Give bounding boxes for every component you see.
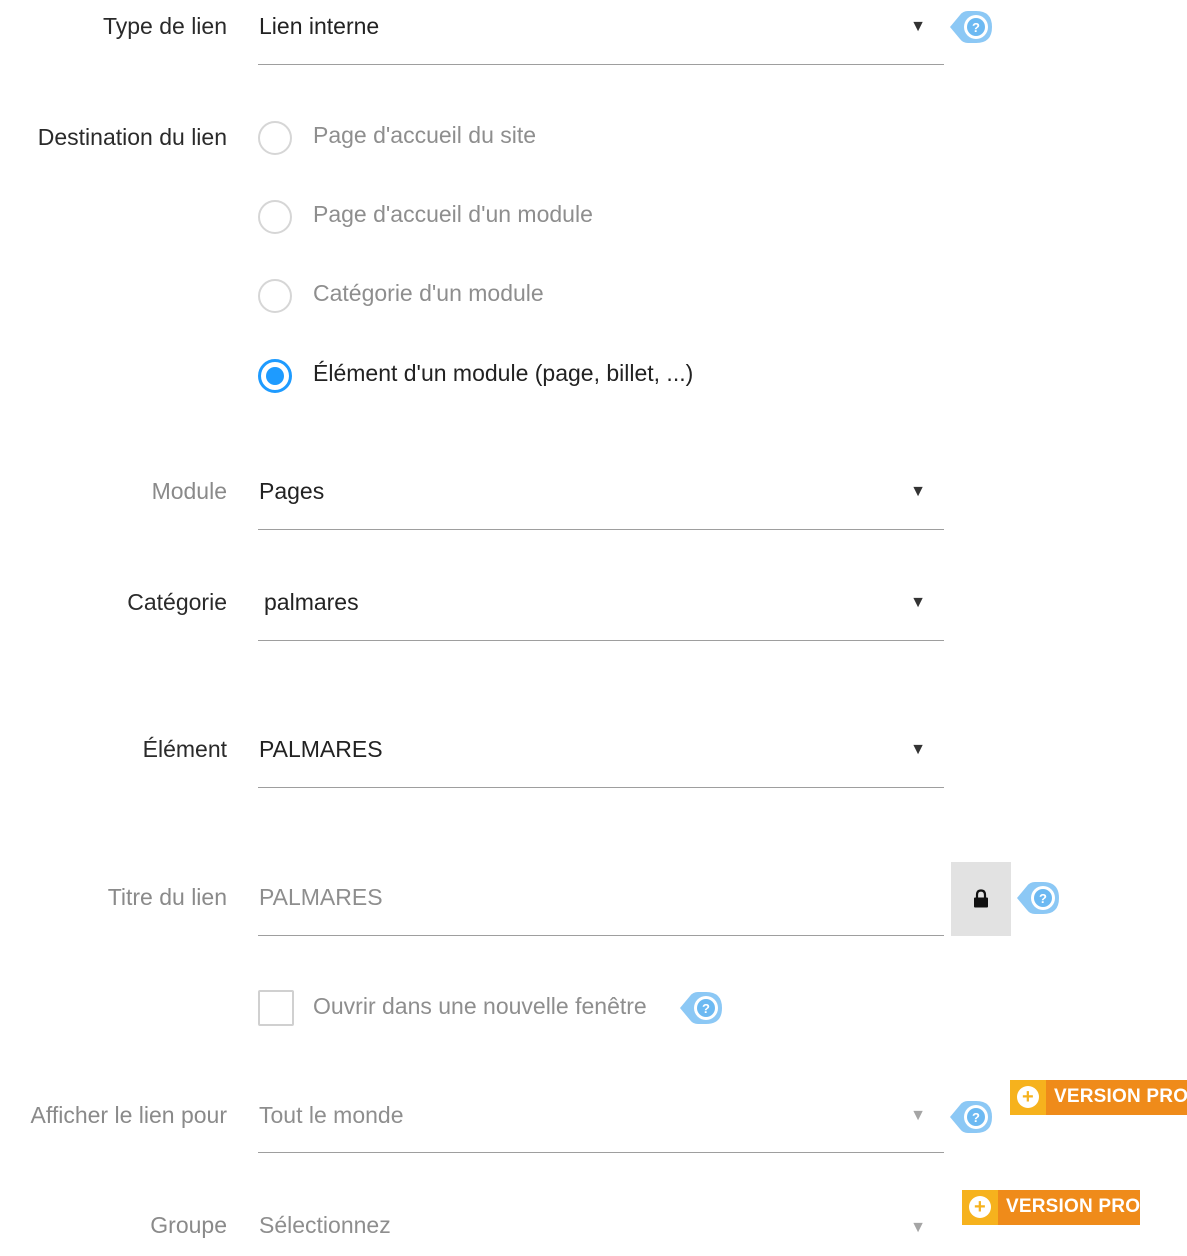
dropdown-caret-icon: ▼	[910, 594, 926, 611]
radio-element-module[interactable]	[258, 359, 292, 393]
categorie-select[interactable]: palmares ▼	[258, 576, 944, 641]
version-pro-badge[interactable]: + VERSION PRO	[962, 1190, 1140, 1225]
plus-circle-icon: +	[1010, 1080, 1046, 1115]
svg-text:?: ?	[972, 1110, 980, 1125]
lock-icon	[974, 889, 988, 908]
question-help-icon[interactable]: ?	[1017, 880, 1061, 916]
version-pro-badge[interactable]: + VERSION PRO	[1010, 1080, 1187, 1115]
dropdown-caret-icon: ▼	[910, 1107, 926, 1124]
titre-label: Titre du lien	[107, 884, 227, 910]
radio-label-page-accueil-module[interactable]: Page d'accueil d'un module	[313, 201, 593, 228]
titre-input[interactable]: PALMARES	[258, 862, 944, 936]
radio-label-element-module[interactable]: Élément d'un module (page, billet, ...)	[313, 360, 693, 387]
type-lien-select[interactable]: Lien interne ▼	[258, 0, 944, 65]
element-label: Élément	[142, 736, 227, 762]
radio-categorie-module[interactable]	[258, 279, 292, 313]
element-select[interactable]: PALMARES ▼	[258, 723, 944, 788]
question-help-icon[interactable]: ?	[680, 990, 724, 1026]
module-value: Pages	[259, 478, 325, 504]
titre-value: PALMARES	[259, 884, 383, 910]
question-help-icon[interactable]: ?	[950, 1099, 994, 1135]
categorie-value: palmares	[264, 589, 359, 615]
dropdown-caret-icon: ▼	[910, 18, 926, 35]
afficher-value: Tout le monde	[259, 1102, 404, 1128]
radio-page-accueil-module[interactable]	[258, 200, 292, 234]
groupe-value: Sélectionnez	[259, 1212, 391, 1238]
version-pro-label: VERSION PRO	[1006, 1196, 1141, 1217]
nouvelle-fenetre-checkbox[interactable]	[258, 990, 294, 1026]
svg-text:?: ?	[702, 1001, 710, 1016]
afficher-label: Afficher le lien pour	[30, 1102, 227, 1128]
afficher-select[interactable]: Tout le monde ▼	[258, 1089, 944, 1153]
plus-circle-icon: +	[962, 1190, 998, 1225]
dropdown-caret-icon: ▼	[910, 483, 926, 500]
radio-page-accueil-site[interactable]	[258, 121, 292, 155]
question-help-icon[interactable]: ?	[950, 9, 994, 45]
module-label: Module	[151, 478, 227, 504]
dropdown-caret-icon: ▼	[910, 1219, 926, 1236]
element-value: PALMARES	[259, 736, 383, 762]
nouvelle-fenetre-label[interactable]: Ouvrir dans une nouvelle fenêtre	[313, 993, 647, 1020]
radio-label-categorie-module[interactable]: Catégorie d'un module	[313, 280, 544, 307]
version-pro-label: VERSION PRO	[1054, 1086, 1187, 1107]
svg-text:?: ?	[972, 20, 980, 35]
module-select[interactable]: Pages ▼	[258, 466, 944, 530]
type-lien-label: Type de lien	[102, 13, 227, 39]
dropdown-caret-icon: ▼	[910, 741, 926, 758]
destination-label: Destination du lien	[37, 124, 227, 150]
groupe-label: Groupe	[150, 1212, 227, 1238]
type-lien-value: Lien interne	[259, 13, 380, 39]
radio-label-page-accueil-site[interactable]: Page d'accueil du site	[313, 122, 536, 149]
groupe-select[interactable]: Sélectionnez ▼	[258, 1200, 944, 1255]
svg-text:?: ?	[1039, 891, 1047, 906]
lock-button[interactable]	[951, 862, 1011, 936]
categorie-label: Catégorie	[127, 589, 227, 615]
